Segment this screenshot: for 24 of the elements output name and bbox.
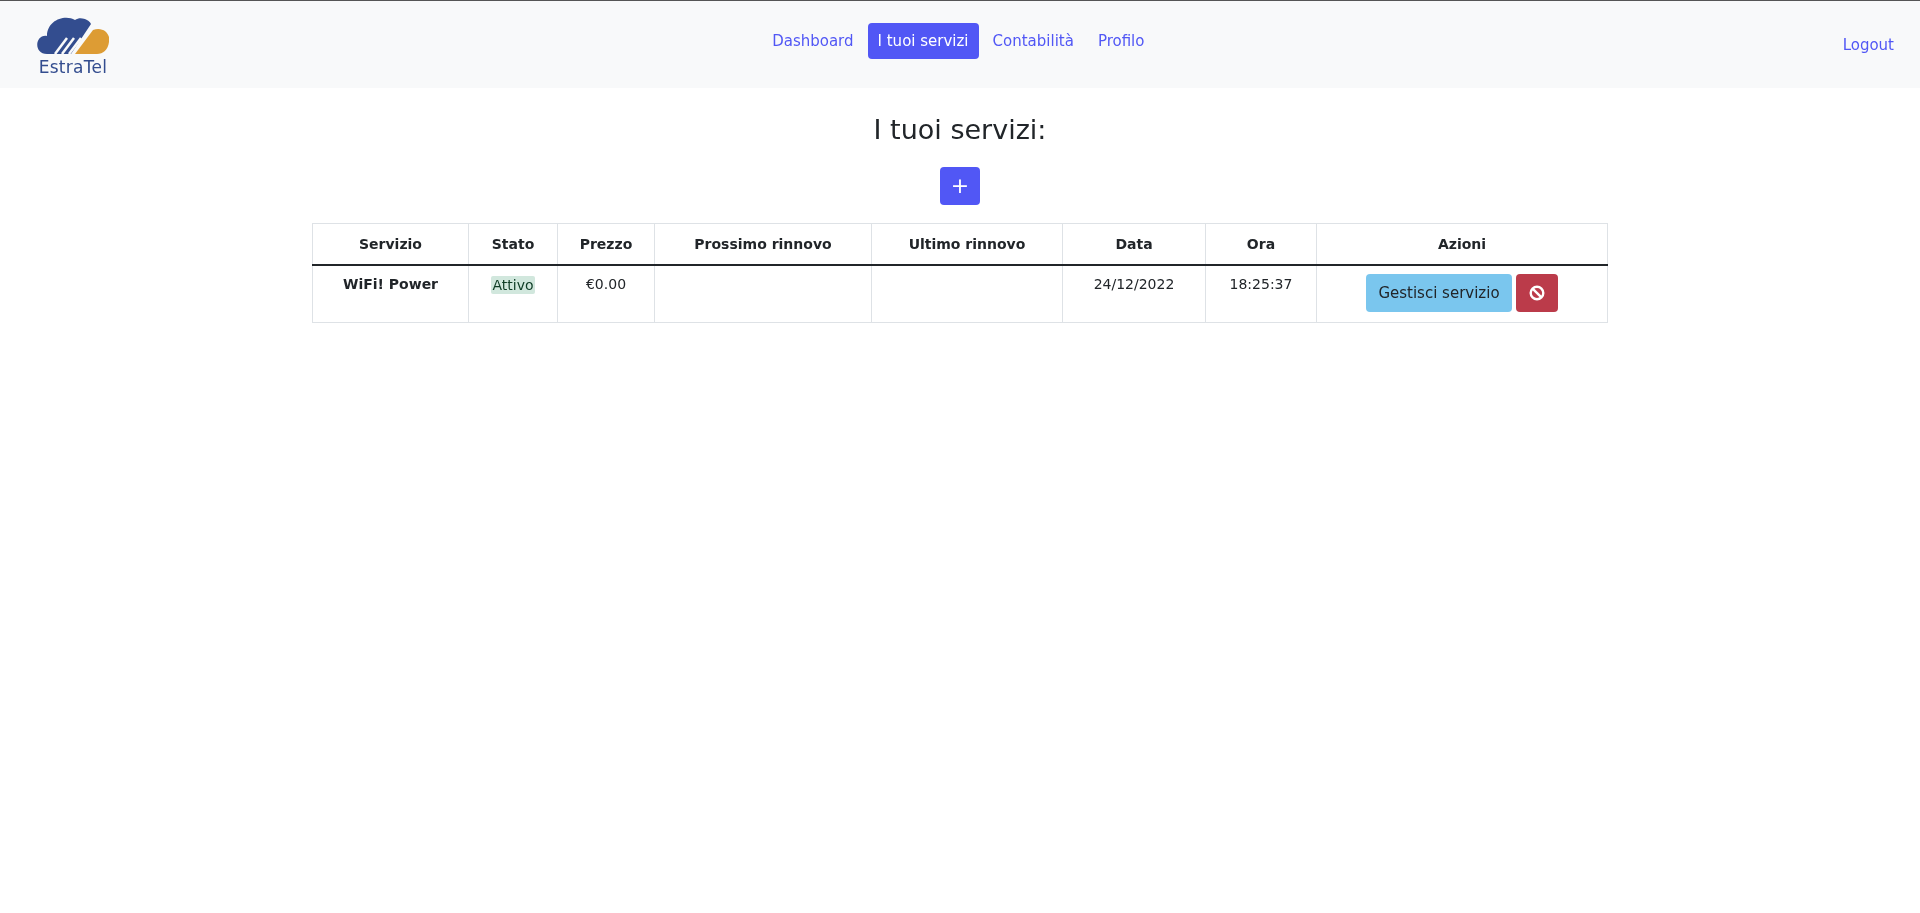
nav-link[interactable]: I tuoi servizi: [867, 22, 979, 59]
nav-link[interactable]: Profilo: [1087, 22, 1155, 59]
page-title: I tuoi servizi:: [873, 114, 1047, 145]
nav-link[interactable]: Dashboard: [762, 22, 864, 59]
prohibited-icon: [1528, 285, 1545, 301]
brand-name: EstraTel: [38, 57, 108, 76]
table-cell: 24/12/2022: [1062, 265, 1206, 323]
column-header: Ultimo rinnovo: [871, 223, 1063, 265]
column-header: Servizio: [312, 223, 469, 265]
column-header: Prossimo rinnovo: [654, 223, 872, 265]
cancel-service-button[interactable]: [1515, 274, 1558, 312]
manage-service-button[interactable]: Gestisci servizio: [1366, 274, 1512, 312]
logout-link[interactable]: Logout: [1842, 35, 1894, 54]
table-cell: 18:25:37: [1205, 265, 1317, 323]
nav-link[interactable]: Contabilità: [982, 22, 1084, 59]
status-badge: Attivo: [491, 276, 535, 294]
column-header: Prezzo: [557, 223, 655, 265]
column-header: Ora: [1205, 223, 1317, 265]
column-header: Stato: [468, 223, 558, 265]
table-cell: WiFi! Power: [312, 265, 469, 323]
table-cell: €0.00: [557, 265, 655, 323]
column-header: Azioni: [1316, 223, 1608, 265]
add-service-button[interactable]: +: [940, 167, 980, 205]
column-header: Data: [1062, 223, 1206, 265]
